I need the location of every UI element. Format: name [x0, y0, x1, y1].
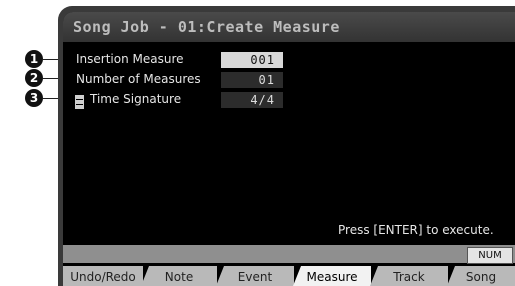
time-signature-icon [75, 95, 84, 109]
insertion-measure-label: Insertion Measure [76, 52, 184, 66]
callout-3: 3 [25, 89, 43, 107]
insertion-measure-field[interactable]: 001 [221, 52, 283, 68]
callout-2: 2 [25, 69, 43, 87]
execute-hint: Press [ENTER] to execute. [338, 223, 494, 237]
tab-track[interactable]: Track [370, 266, 448, 286]
time-signature-field[interactable]: 4/4 [221, 92, 283, 108]
callout-1: 1 [25, 50, 43, 68]
function-bar [63, 245, 515, 263]
tab-event[interactable]: Event [216, 266, 294, 286]
tab-measure[interactable]: Measure [293, 266, 371, 286]
lcd-screen: Song Job - 01:Create Measure Insertion M… [63, 12, 515, 286]
tab-bar: Undo/Redo Note Event Measure Track Song [63, 266, 515, 286]
page-title: Song Job - 01:Create Measure [73, 18, 340, 36]
time-signature-label: Time Signature [90, 92, 182, 106]
number-of-measures-field[interactable]: 01 [221, 72, 283, 88]
title-bar: Song Job - 01:Create Measure [63, 12, 515, 42]
tab-song[interactable]: Song [447, 266, 515, 286]
tab-undo-redo[interactable]: Undo/Redo [63, 266, 143, 286]
num-button[interactable]: NUM [467, 247, 513, 264]
number-of-measures-label: Number of Measures [76, 72, 201, 86]
tab-note[interactable]: Note [141, 266, 217, 286]
